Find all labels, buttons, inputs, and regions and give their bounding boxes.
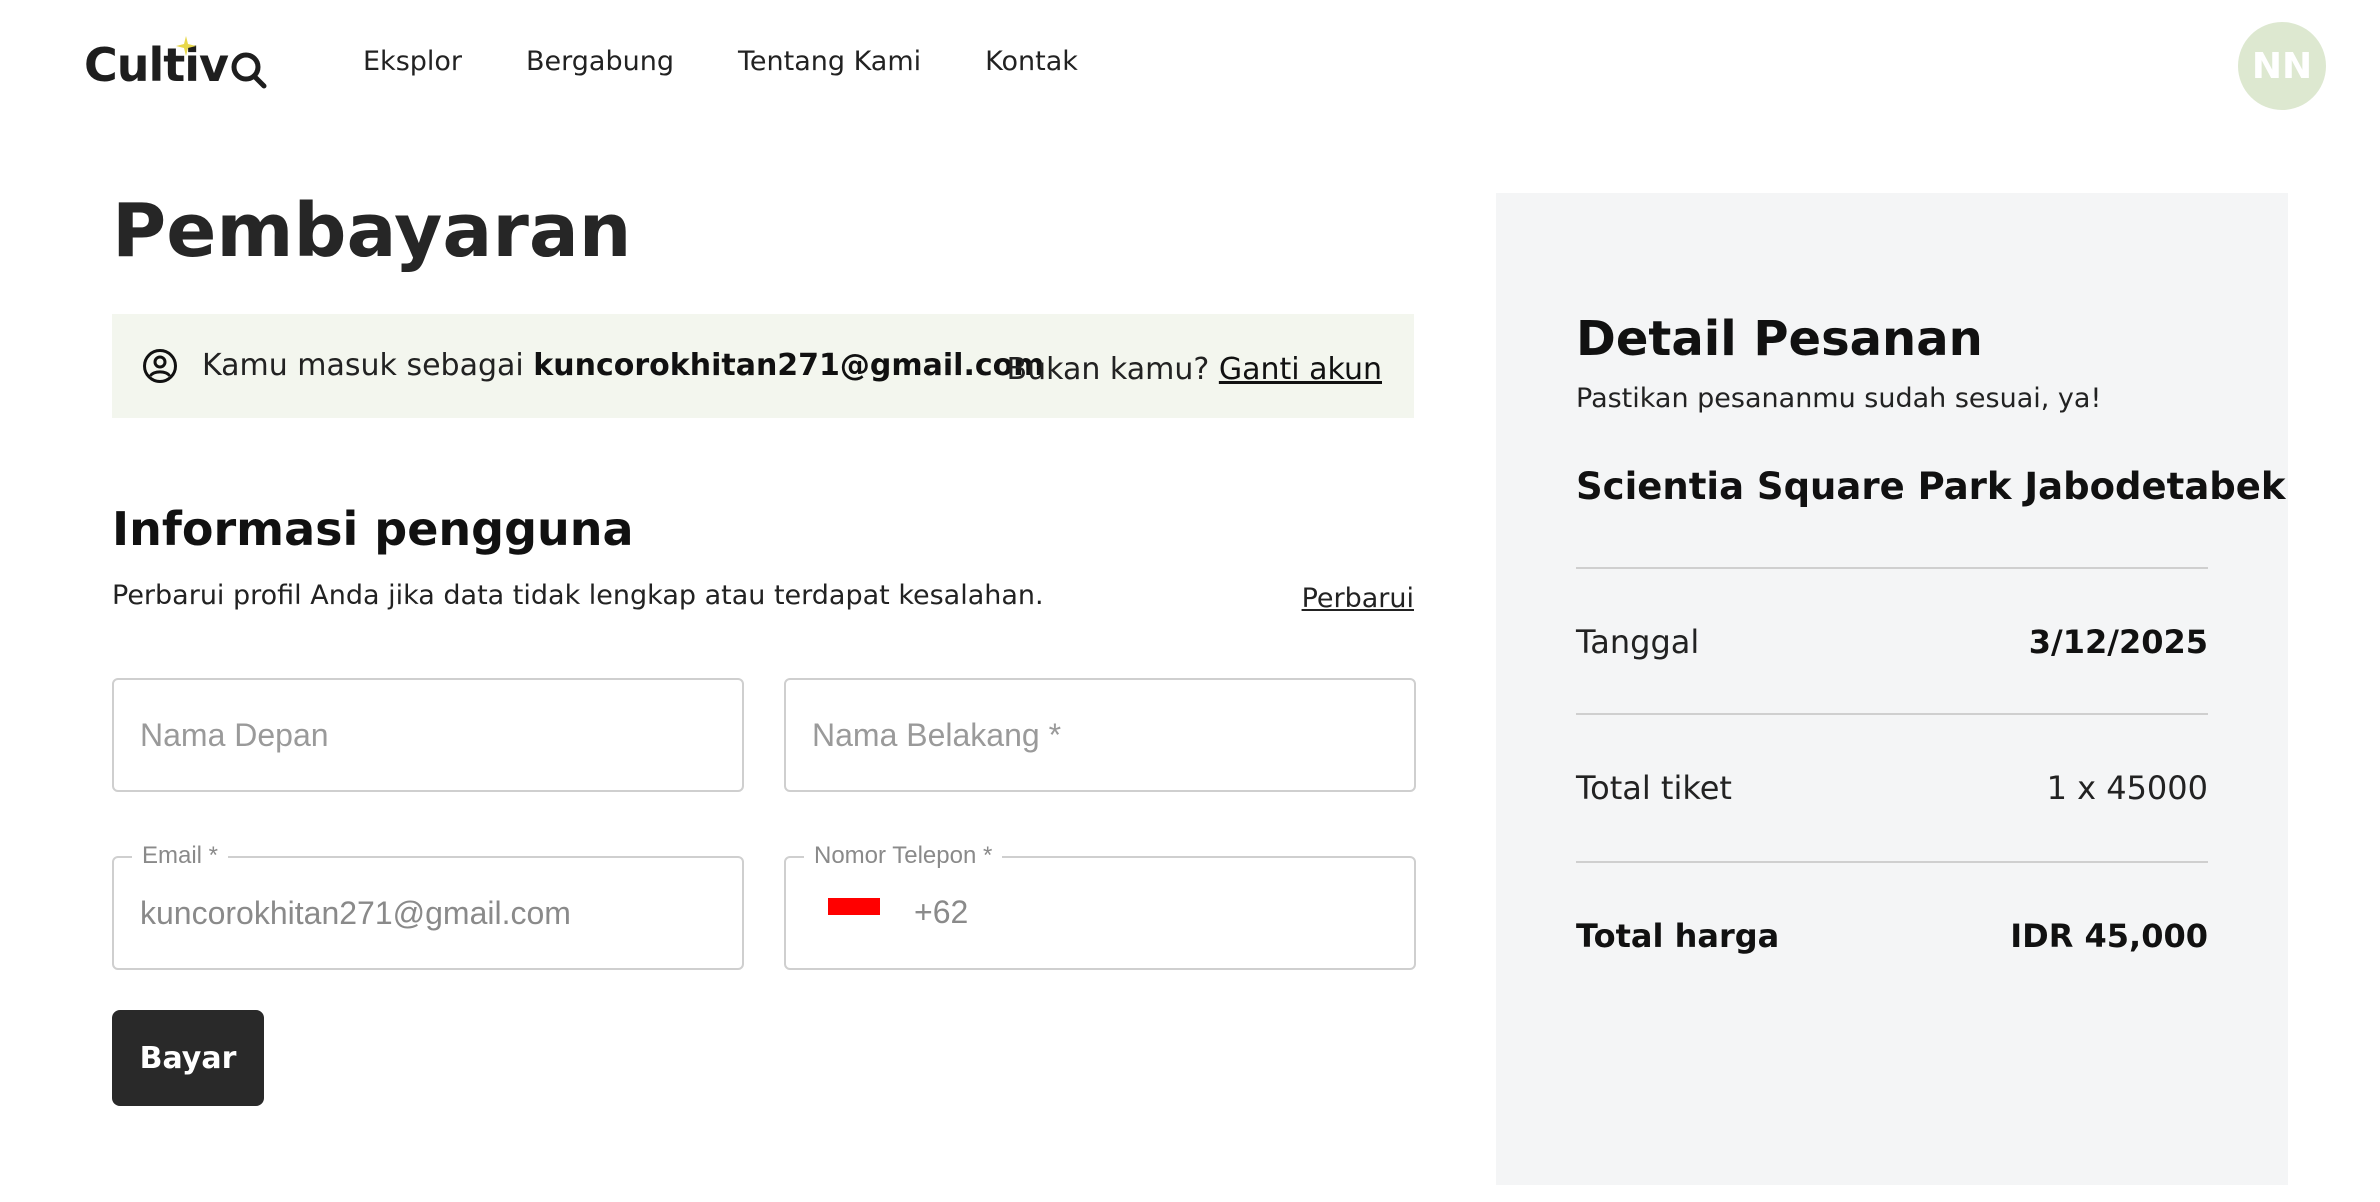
email-label: Email * (132, 842, 229, 870)
divider (1576, 861, 2208, 863)
last-name-input[interactable] (786, 680, 1414, 790)
switch-account-link[interactable]: Ganti akun (1219, 352, 1382, 387)
indonesia-flag-icon[interactable] (828, 898, 880, 932)
total-value: IDR 45,000 (2010, 917, 2208, 955)
order-summary-title: Detail Pesanan (1576, 311, 1983, 367)
update-profile-link[interactable]: Perbarui (1302, 583, 1414, 614)
login-status-banner: Kamu masuk sebagai kuncorokhitan271@gmai… (112, 314, 1414, 418)
divider (1576, 713, 2208, 715)
nav-kontak[interactable]: Kontak (985, 46, 1078, 77)
date-row: Tanggal 3/12/2025 (1576, 623, 2208, 661)
divider (1576, 567, 2208, 569)
email-field: Email * (112, 842, 744, 970)
phone-field: Nomor Telepon * +62 (784, 842, 1416, 970)
logo-text: Cultiv (84, 38, 229, 92)
logged-in-message: Kamu masuk sebagai kuncorokhitan271@gmai… (202, 348, 1045, 383)
tickets-label: Total tiket (1576, 769, 1732, 807)
main-nav: Eksplor Bergabung Tentang Kami Kontak (363, 46, 1142, 77)
user-info-subtitle: Perbarui profil Anda jika data tidak len… (112, 580, 1044, 611)
top-navbar: Cultiv Eksplor Bergabung Tentang Kami Ko… (0, 0, 2380, 132)
user-circle-icon (143, 349, 177, 383)
nav-eksplor[interactable]: Eksplor (363, 46, 462, 77)
pay-button[interactable]: Bayar (112, 1010, 264, 1106)
cultivq-logo[interactable]: Cultiv (84, 30, 268, 100)
logged-in-email: kuncorokhitan271@gmail.com (533, 348, 1045, 383)
not-you-text: Bukan kamu? (1006, 352, 1210, 387)
first-name-input[interactable] (114, 680, 742, 790)
date-value: 3/12/2025 (2028, 623, 2208, 661)
nav-tentang-kami[interactable]: Tentang Kami (738, 46, 921, 77)
nav-bergabung[interactable]: Bergabung (526, 46, 674, 77)
last-name-field (784, 678, 1416, 792)
first-name-field (112, 678, 744, 792)
logged-in-prefix: Kamu masuk sebagai (202, 348, 524, 383)
tickets-value: 1 x 45000 (2046, 769, 2208, 807)
order-summary-panel: Detail Pesanan Pastikan pesananmu sudah … (1496, 193, 2288, 1185)
phone-country-code[interactable]: +62 (914, 894, 968, 931)
total-label: Total harga (1576, 917, 1780, 955)
event-name: Scientia Square Park Jabodetabek (1576, 465, 2286, 508)
page-title: Pembayaran (112, 188, 632, 274)
email-input[interactable] (114, 858, 742, 968)
tickets-row: Total tiket 1 x 45000 (1576, 769, 2208, 807)
user-info-title: Informasi pengguna (112, 502, 634, 556)
total-row: Total harga IDR 45,000 (1576, 917, 2208, 955)
user-avatar[interactable]: NN (2238, 22, 2326, 110)
phone-label: Nomor Telepon * (804, 842, 1003, 870)
sparkle-icon (176, 36, 196, 56)
date-label: Tanggal (1576, 623, 1700, 661)
switch-account: Bukan kamu? Ganti akun (1007, 352, 1382, 387)
order-summary-subtitle: Pastikan pesananmu sudah sesuai, ya! (1576, 383, 2102, 414)
magnifier-icon (231, 52, 267, 89)
